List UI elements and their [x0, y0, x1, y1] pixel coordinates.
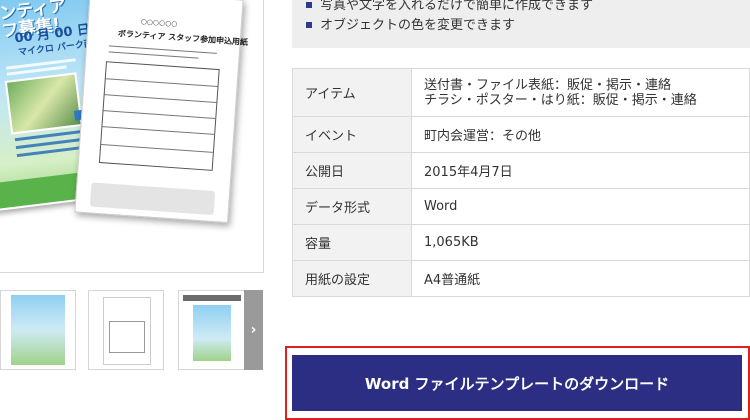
feature-item: オブジェクトの色を変更できます: [306, 16, 593, 36]
detail-row-published: 公開日 2015年4月7日: [292, 152, 750, 189]
detail-row-paper: 用紙の設定 A4普通紙: [292, 260, 750, 297]
detail-label: 用紙の設定: [292, 260, 412, 297]
word-download-button[interactable]: Word ファイルテンプレートのダウンロード: [292, 355, 742, 411]
form-title: ボランティア スタッフ参加申込用紙: [117, 28, 249, 48]
form-preview-image: ○○○○○○ ボランティア スタッフ参加申込用紙: [74, 0, 248, 224]
thumbnail-strip: ›: [0, 290, 263, 370]
square-bullet-icon: [306, 1, 312, 8]
features-box: 写真や文字を入れるだけで簡単に作成できます オブジェクトの色を変更できます: [292, 0, 750, 48]
next-thumbnail-button[interactable]: ›: [244, 290, 263, 370]
detail-value: 2015年4月7日: [411, 152, 750, 189]
detail-value: 1,065KB: [411, 224, 750, 261]
chevron-right-icon: ›: [250, 322, 257, 338]
flyer-photo: [4, 72, 83, 135]
detail-row-size: 容量 1,065KB: [292, 224, 750, 261]
thumbnail-form[interactable]: [88, 290, 164, 370]
detail-value: 町内会運営：その他: [411, 116, 750, 153]
detail-row-event: イベント 町内会運営：その他: [292, 116, 750, 153]
detail-label: 公開日: [292, 152, 412, 189]
detail-row-format: データ形式 Word: [292, 188, 750, 225]
feature-item: 写真や文字を入れるだけで簡単に作成できます: [306, 0, 593, 16]
detail-value: A4普通紙: [411, 260, 750, 297]
form-header-circles: ○○○○○○: [140, 17, 178, 29]
detail-label: データ形式: [292, 188, 412, 225]
flyer-title: ンティア フ募集!: [0, 0, 68, 42]
detail-value: Word: [411, 188, 750, 225]
template-details-table: アイテム 送付書・ファイル表紙：販促・掲示・連絡 チラシ・ポスター・はり紙：販促…: [292, 68, 750, 297]
thumbnail-flyer[interactable]: [0, 290, 76, 370]
detail-label: 容量: [292, 224, 412, 261]
thumbnail-print-preview[interactable]: [178, 290, 246, 370]
detail-label: イベント: [292, 116, 412, 153]
detail-label: アイテム: [292, 68, 412, 117]
detail-row-item: アイテム 送付書・ファイル表紙：販促・掲示・連絡 チラシ・ポスター・はり紙：販促…: [292, 68, 750, 117]
template-preview: ンティア フ募集! 00 月 00 日(日) マイクロ パーク西棟 ○○○○○○…: [0, 0, 264, 273]
detail-value: 送付書・ファイル表紙：販促・掲示・連絡 チラシ・ポスター・はり紙：販促・掲示・連…: [411, 68, 750, 117]
square-bullet-icon: [306, 21, 312, 28]
